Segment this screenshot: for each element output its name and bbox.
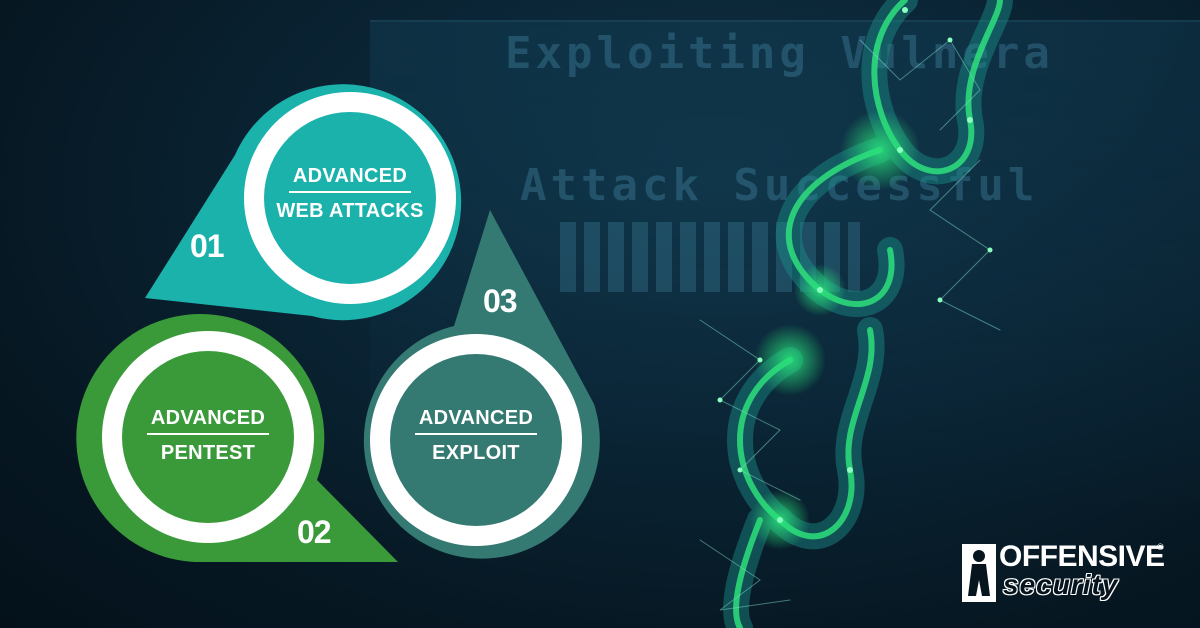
- step-02-title: ADVANCED: [146, 406, 270, 435]
- step-02-subtitle: PENTEST: [160, 442, 256, 464]
- step-03-subtitle: EXPLOIT: [432, 442, 520, 464]
- step-01-number: 01: [190, 228, 225, 264]
- step-02-label: ADVANCED PENTEST: [123, 406, 293, 465]
- broken-chain-network-icon: [699, 0, 1013, 628]
- step-01-label: ADVANCED WEB ATTACKS: [265, 164, 435, 223]
- logo-word-security: security: [1003, 569, 1119, 600]
- offensive-security-logo: OFFENSIVE ® security: [955, 540, 1170, 606]
- step-01-subtitle: WEB ATTACKS: [276, 200, 424, 222]
- step-03-number: 03: [483, 283, 518, 319]
- step-01-title: ADVANCED: [288, 164, 412, 193]
- step-03-label: ADVANCED EXPLOIT: [391, 406, 561, 465]
- logo-registered-mark: ®: [1157, 542, 1164, 552]
- step-03-title: ADVANCED: [414, 406, 538, 435]
- promo-banner: Exploiting Vulnera Attack Successful ADV…: [0, 0, 1200, 628]
- step-02-number: 02: [297, 514, 332, 550]
